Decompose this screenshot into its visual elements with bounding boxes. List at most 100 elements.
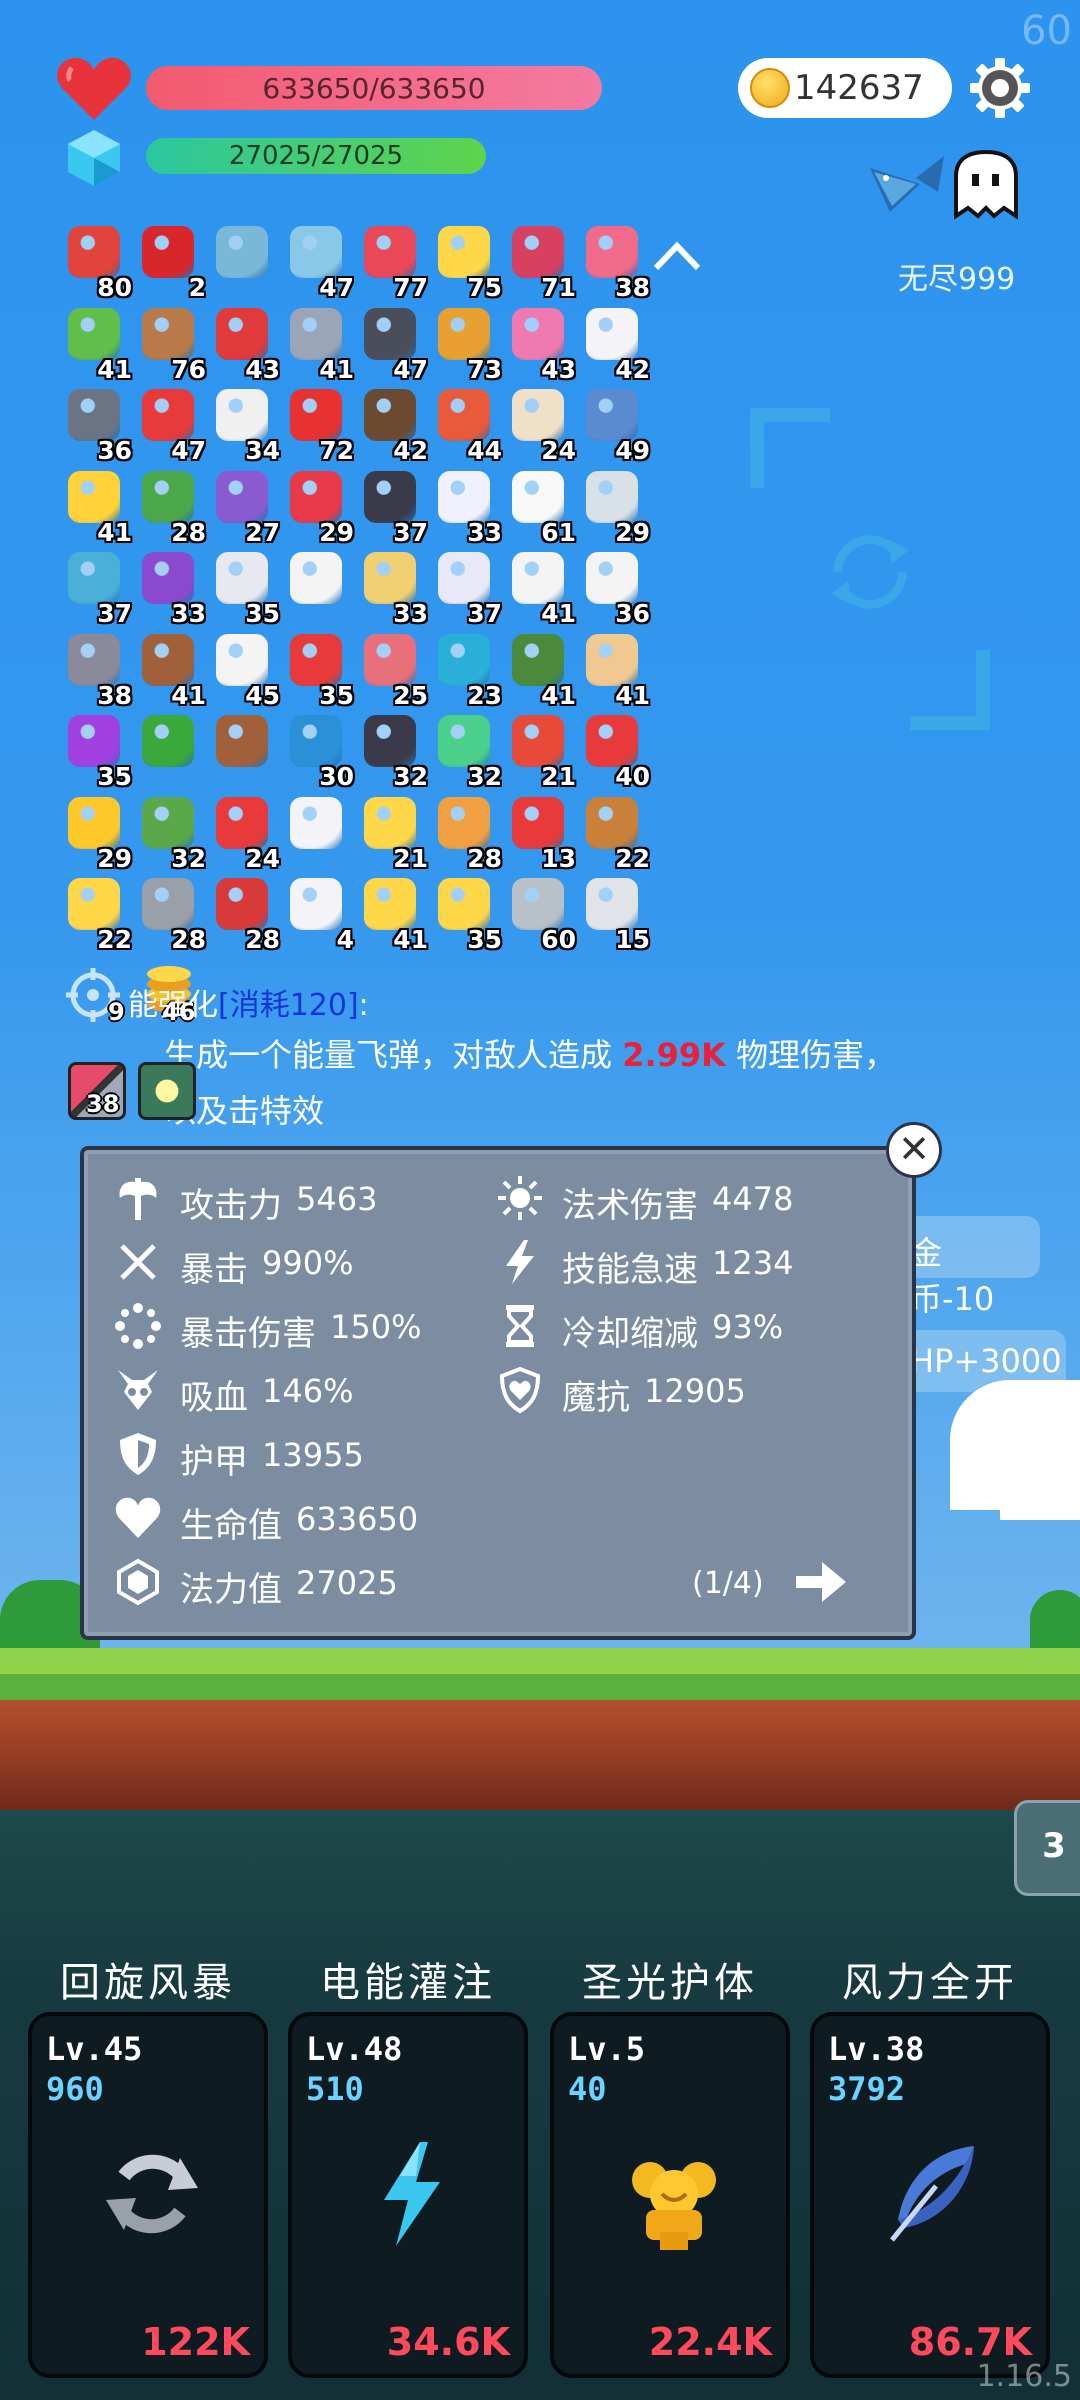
item-slot[interactable]: 29: [578, 467, 652, 547]
item-slot[interactable]: 28: [430, 793, 504, 873]
coin-counter[interactable]: 142637: [738, 58, 952, 118]
item-slot[interactable]: 25: [356, 630, 430, 710]
item-slot[interactable]: 35: [208, 548, 282, 628]
item-slot[interactable]: 49: [578, 385, 652, 465]
item-slot[interactable]: 35: [282, 630, 356, 710]
item-slot[interactable]: 36: [578, 548, 652, 628]
bow-arrow-icon: [586, 796, 638, 849]
matchstick-icon: [512, 715, 564, 767]
lightning-haste-icon: [496, 1238, 544, 1286]
item-slot[interactable]: 38: [60, 630, 134, 710]
arrow-right-icon[interactable]: [794, 1558, 848, 1606]
item-slot[interactable]: [282, 793, 356, 867]
item-slot[interactable]: 45: [208, 630, 282, 710]
item-slot[interactable]: 43: [504, 304, 578, 384]
item-slot[interactable]: 75: [430, 222, 504, 302]
item-slot[interactable]: 41: [504, 548, 578, 628]
holy-light-icon: [616, 2136, 732, 2252]
item-slot[interactable]: 41: [504, 630, 578, 710]
flower-icon: [512, 470, 564, 523]
item-slot[interactable]: 47: [356, 304, 430, 384]
chevron-up-icon[interactable]: [650, 236, 704, 276]
item-slot[interactable]: 28: [134, 467, 208, 547]
skill-card[interactable]: Lv.45 960 122K: [28, 2012, 268, 2378]
item-slot[interactable]: 37: [60, 548, 134, 628]
item-slot[interactable]: 33: [134, 548, 208, 628]
item-slot[interactable]: 41: [60, 467, 134, 547]
item-slot[interactable]: 32: [356, 711, 430, 791]
skill-card[interactable]: Lv.48 510 34.6K: [288, 2012, 528, 2378]
item-slot[interactable]: 47: [134, 385, 208, 465]
item-slot[interactable]: [208, 711, 282, 785]
item-slot[interactable]: 23: [430, 630, 504, 710]
red-badge-icon: [586, 715, 638, 767]
item-slot[interactable]: 36: [60, 385, 134, 465]
item-slot[interactable]: 33: [430, 467, 504, 547]
item-slot[interactable]: [208, 222, 282, 296]
item-slot[interactable]: 24: [208, 793, 282, 873]
item-slot[interactable]: 21: [356, 793, 430, 873]
item-slot[interactable]: 32: [134, 793, 208, 873]
item-slot[interactable]: 38: [578, 222, 652, 302]
item-slot[interactable]: 42: [578, 304, 652, 384]
skill-card[interactable]: Lv.5 40 22.4K: [550, 2012, 790, 2378]
item-slot[interactable]: 28: [208, 874, 282, 954]
item-slot[interactable]: 4: [282, 874, 356, 954]
item-count: 41: [319, 354, 354, 384]
item-slot[interactable]: 27: [208, 467, 282, 547]
item-slot[interactable]: 40: [578, 711, 652, 791]
item-slot[interactable]: 35: [430, 874, 504, 954]
item-slot[interactable]: 34: [208, 385, 282, 465]
item-slot[interactable]: 41: [282, 304, 356, 384]
item-slot[interactable]: 24: [504, 385, 578, 465]
skill-card[interactable]: Lv.38 3792 86.7K: [810, 2012, 1050, 2378]
item-slot[interactable]: [282, 548, 356, 622]
item-slot[interactable]: 22: [60, 874, 134, 954]
item-slot[interactable]: 37: [430, 548, 504, 628]
skill-desc-title: 能强化[消耗120]:: [128, 980, 369, 1024]
item-slot[interactable]: 22: [578, 793, 652, 873]
skill-damage: 86.7K: [908, 2320, 1032, 2364]
item-slot[interactable]: 60: [504, 874, 578, 954]
item-slot[interactable]: 41: [134, 630, 208, 710]
gift-box-icon: [290, 633, 342, 686]
item-slot[interactable]: 33: [356, 548, 430, 628]
stats-panel: 攻击力 5463 暴击 990% 暴击伤害 150% 吸血 146% 护甲 13955 生命值 633…: [80, 1146, 916, 1640]
item-slot[interactable]: 15: [578, 874, 652, 954]
item-slot[interactable]: 13: [504, 793, 578, 873]
item-slot[interactable]: 2: [134, 222, 208, 302]
item-slot[interactable]: 30: [282, 711, 356, 791]
shield-icon: [586, 389, 638, 441]
treasure-chest-icon: [216, 715, 268, 767]
item-slot[interactable]: 44: [430, 385, 504, 465]
stat-row: 暴击 990%: [114, 1236, 494, 1290]
item-slot[interactable]: 32: [430, 711, 504, 791]
item-slot[interactable]: 77: [356, 222, 430, 302]
stat-value: 12905: [644, 1372, 746, 1410]
item-slot[interactable]: 37: [356, 467, 430, 547]
item-slot[interactable]: 21: [504, 711, 578, 791]
item-slot[interactable]: 76: [134, 304, 208, 384]
item-slot[interactable]: 43: [208, 304, 282, 384]
item-slot[interactable]: 35: [60, 711, 134, 791]
item-slot[interactable]: [134, 711, 208, 785]
item-slot[interactable]: 41: [578, 630, 652, 710]
item-slot[interactable]: 41: [60, 304, 134, 384]
item-slot[interactable]: 29: [282, 467, 356, 547]
item-slot[interactable]: 41: [356, 874, 430, 954]
item-slot[interactable]: 71: [504, 222, 578, 302]
item-slot[interactable]: 80: [60, 222, 134, 302]
item-slot[interactable]: 42: [356, 385, 430, 465]
half-moon-icon: [216, 552, 268, 604]
item-slot[interactable]: 73: [430, 304, 504, 384]
side-tab-button[interactable]: 3: [1014, 1800, 1080, 1896]
item-slot[interactable]: 61: [504, 467, 578, 547]
item-slot[interactable]: 28: [134, 874, 208, 954]
close-button[interactable]: ✕: [886, 1122, 942, 1178]
fps-counter: 60: [1021, 8, 1072, 54]
item-slot[interactable]: 72: [282, 385, 356, 465]
item-slot[interactable]: 29: [60, 793, 134, 873]
item-slot[interactable]: 47: [282, 222, 356, 302]
gear-icon[interactable]: [968, 56, 1032, 120]
item-count: 29: [319, 517, 354, 547]
